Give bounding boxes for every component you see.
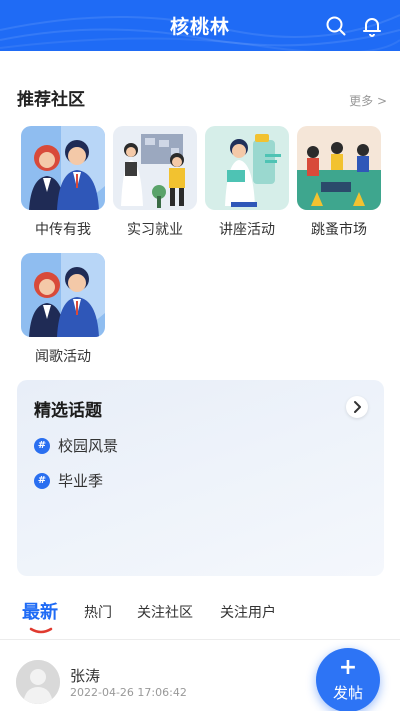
recommended-communities-title: 推荐社区 <box>17 90 85 110</box>
tab-hot[interactable]: 热门 <box>84 602 112 622</box>
new-post-label: 发帖 <box>332 684 363 702</box>
community-thumbnail <box>21 126 105 210</box>
avatar[interactable] <box>16 660 60 704</box>
chevron-right-icon <box>354 401 361 413</box>
community-thumbnail <box>113 126 197 210</box>
tab-followed-users[interactable]: 关注用户 <box>220 602 276 622</box>
plus-icon: + <box>338 655 358 680</box>
featured-topics-card: 精选话题 # 校园风景 # 毕业季 <box>17 380 384 576</box>
community-label: 闻歌活动 <box>35 349 91 365</box>
new-post-button[interactable]: + 发帖 <box>316 648 380 711</box>
featured-topics-arrow-button[interactable] <box>346 396 368 418</box>
community-label: 中传有我 <box>35 222 91 238</box>
community-label: 实习就业 <box>127 222 183 238</box>
community-card[interactable]: 跳蚤市场 <box>296 126 382 239</box>
tab-followed-communities[interactable]: 关注社区 <box>137 602 193 622</box>
featured-topics-title: 精选话题 <box>34 401 102 421</box>
bell-icon[interactable] <box>360 14 384 38</box>
community-thumbnail <box>205 126 289 210</box>
community-thumbnail <box>21 253 105 337</box>
community-card[interactable]: 中传有我 <box>20 126 106 239</box>
post-author-name[interactable]: 张涛 <box>70 665 100 686</box>
community-label: 跳蚤市场 <box>311 222 367 238</box>
community-card[interactable]: 实习就业 <box>112 126 198 239</box>
community-card[interactable]: 讲座活动 <box>204 126 290 239</box>
divider <box>0 639 400 640</box>
community-card[interactable]: 闻歌活动 <box>20 253 106 366</box>
app-header: 核桃林 <box>0 0 400 51</box>
search-icon[interactable] <box>324 14 348 38</box>
more-link[interactable]: 更多 > <box>349 92 387 109</box>
hashtag-icon: # <box>34 472 50 489</box>
topic-item[interactable]: # 毕业季 <box>34 470 103 491</box>
topic-label: 毕业季 <box>58 472 104 490</box>
active-tab-indicator <box>29 627 53 634</box>
topic-item[interactable]: # 校园风景 <box>34 435 118 456</box>
community-thumbnail <box>297 126 381 210</box>
topic-label: 校园风景 <box>58 437 119 455</box>
tab-latest[interactable]: 最新 <box>22 598 58 624</box>
community-label: 讲座活动 <box>219 222 275 238</box>
user-silhouette-icon <box>16 660 60 704</box>
post-timestamp: 2022-04-26 17:06:42 <box>70 686 187 699</box>
hashtag-icon: # <box>34 437 50 454</box>
